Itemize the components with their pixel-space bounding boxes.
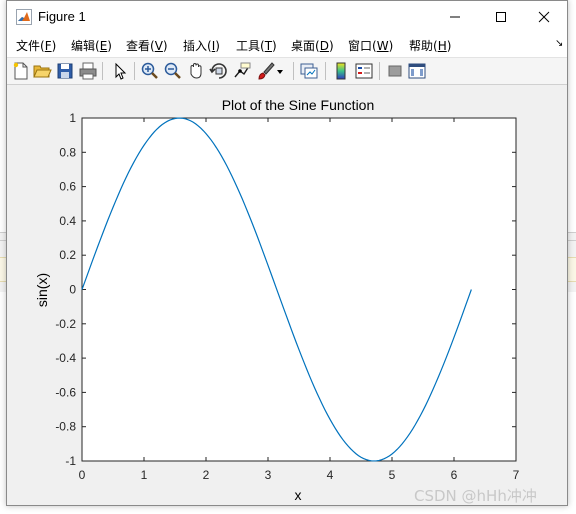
brush-icon[interactable] xyxy=(256,61,276,81)
close-button[interactable] xyxy=(521,1,567,32)
menu-bar: 文件(F) 编辑(E) 查看(V) 插入(I) 工具(T) 桌面(D) 窗口(W… xyxy=(7,32,567,58)
zoom-in-icon[interactable] xyxy=(140,61,160,81)
dock-arrow-icon[interactable]: ↘ xyxy=(555,38,563,49)
rotate-3d-icon[interactable] xyxy=(209,61,229,81)
select-pointer-icon[interactable] xyxy=(110,61,130,81)
minimize-button[interactable] xyxy=(432,1,478,32)
y-axis-label: sin(x) xyxy=(34,273,50,307)
x-tick-label: 7 xyxy=(513,468,520,482)
title-bar: Figure 1 xyxy=(7,1,567,32)
menu-file[interactable]: 文件(F) xyxy=(16,37,56,54)
data-cursor-icon[interactable] xyxy=(232,61,252,81)
pan-hand-icon[interactable] xyxy=(186,61,206,81)
maximize-icon xyxy=(496,11,506,22)
open-file-icon[interactable] xyxy=(32,61,52,81)
y-tick-label: 0.8 xyxy=(59,145,76,159)
link-plot-icon[interactable] xyxy=(299,61,319,81)
y-tick-label: 0.6 xyxy=(59,180,76,194)
x-tick-label: 4 xyxy=(327,468,334,482)
menu-view[interactable]: 查看(V) xyxy=(126,37,168,54)
chart-title: Plot of the Sine Function xyxy=(222,97,375,113)
menu-help[interactable]: 帮助(H) xyxy=(409,37,451,54)
insert-legend-icon[interactable] xyxy=(354,61,374,81)
y-tick-label: -0.4 xyxy=(55,351,76,365)
menu-edit[interactable]: 编辑(E) xyxy=(71,37,112,54)
menu-tools[interactable]: 工具(T) xyxy=(236,37,277,54)
y-tick-label: -0.6 xyxy=(55,385,76,399)
figure-window: Figure 1 文件(F) 编辑(E) 查看(V) 插入(I) 工具(T) 桌… xyxy=(6,0,568,506)
x-tick-label: 5 xyxy=(389,468,396,482)
menu-insert[interactable]: 插入(I) xyxy=(183,37,220,54)
y-tick-label: 0 xyxy=(69,283,76,297)
y-tick-label: -1 xyxy=(65,454,76,468)
figure-canvas: Plot of the Sine Function 0 1 2 3 4 5 6 7 -1 -0.… xyxy=(8,85,566,505)
menu-desktop[interactable]: 桌面(D) xyxy=(291,37,334,54)
menu-window[interactable]: 窗口(W) xyxy=(348,37,393,54)
matlab-logo-icon xyxy=(16,9,32,25)
y-tick-label: 1 xyxy=(69,111,76,125)
insert-colorbar-icon[interactable] xyxy=(331,61,351,81)
y-tick-label: -0.8 xyxy=(55,420,76,434)
print-icon[interactable] xyxy=(78,61,98,81)
zoom-out-icon[interactable] xyxy=(163,61,183,81)
axes-box xyxy=(81,117,517,462)
hide-plot-tools-icon[interactable] xyxy=(385,61,405,81)
new-figure-icon[interactable] xyxy=(11,61,31,81)
close-icon xyxy=(538,11,550,22)
x-axis-label: x xyxy=(295,487,302,503)
window-title: Figure 1 xyxy=(38,9,86,24)
x-tick-label: 6 xyxy=(451,468,458,482)
sine-plot[interactable]: Plot of the Sine Function 0 1 2 3 4 5 6 7 -1 -0.… xyxy=(8,85,566,505)
y-tick-label: 0.4 xyxy=(59,214,76,228)
x-tick-label: 3 xyxy=(265,468,272,482)
maximize-button[interactable] xyxy=(478,1,524,32)
show-plot-tools-icon[interactable] xyxy=(407,61,427,81)
x-tick-label: 2 xyxy=(203,468,210,482)
minimize-icon xyxy=(450,16,460,17)
y-tick-label: 0.2 xyxy=(59,248,76,262)
brush-dropdown-icon[interactable] xyxy=(275,61,285,81)
y-tick-label: -0.2 xyxy=(55,317,76,331)
x-tick-label: 1 xyxy=(141,468,148,482)
figure-toolbar xyxy=(7,58,567,85)
x-tick-label: 0 xyxy=(79,468,86,482)
watermark-text: CSDN @hHh冲冲 xyxy=(414,487,537,505)
save-icon[interactable] xyxy=(55,61,75,81)
